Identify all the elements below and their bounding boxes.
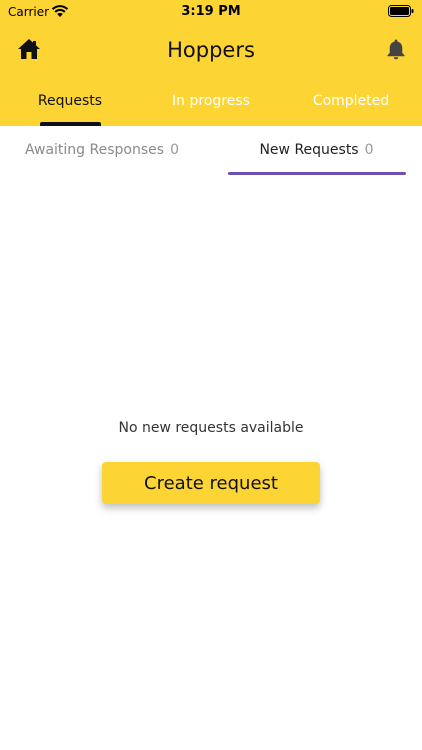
subtab-count: 0: [170, 142, 179, 158]
empty-state-message: No new requests available: [118, 420, 304, 436]
subtab-awaiting-responses[interactable]: Awaiting Responses 0: [0, 126, 204, 176]
app-bar: Hoppers: [0, 28, 422, 72]
tab-label: Requests: [37, 93, 103, 109]
tab-requests[interactable]: Requests: [0, 84, 140, 126]
subtab-label: Awaiting Responses: [25, 142, 165, 158]
request-subtabs: Awaiting Responses 0 New Requests 0: [0, 126, 422, 176]
status-bar: Carrier 3:19 PM: [0, 0, 422, 24]
tab-completed[interactable]: Completed: [281, 84, 421, 126]
app-title: Hoppers: [167, 38, 255, 62]
tab-label: Completed: [312, 93, 390, 109]
battery-icon: [388, 5, 414, 17]
tab-label: In progress: [172, 93, 250, 109]
create-request-button[interactable]: Create request: [102, 462, 320, 504]
subtab-count: 0: [364, 142, 374, 158]
tab-in-progress[interactable]: In progress: [141, 84, 281, 126]
status-time: 3:19 PM: [181, 4, 241, 19]
subtab-new-requests[interactable]: New Requests 0: [211, 126, 422, 176]
header: Carrier 3:19 PM Hoppers Requests In prog…: [0, 0, 422, 126]
app-screen: Carrier 3:19 PM Hoppers Requests In prog…: [0, 0, 422, 750]
main-tabs: Requests In progress Completed: [0, 84, 422, 126]
subtab-label: New Requests: [259, 142, 359, 158]
bell-icon[interactable]: [385, 38, 407, 60]
active-subtab-indicator: [228, 172, 406, 175]
